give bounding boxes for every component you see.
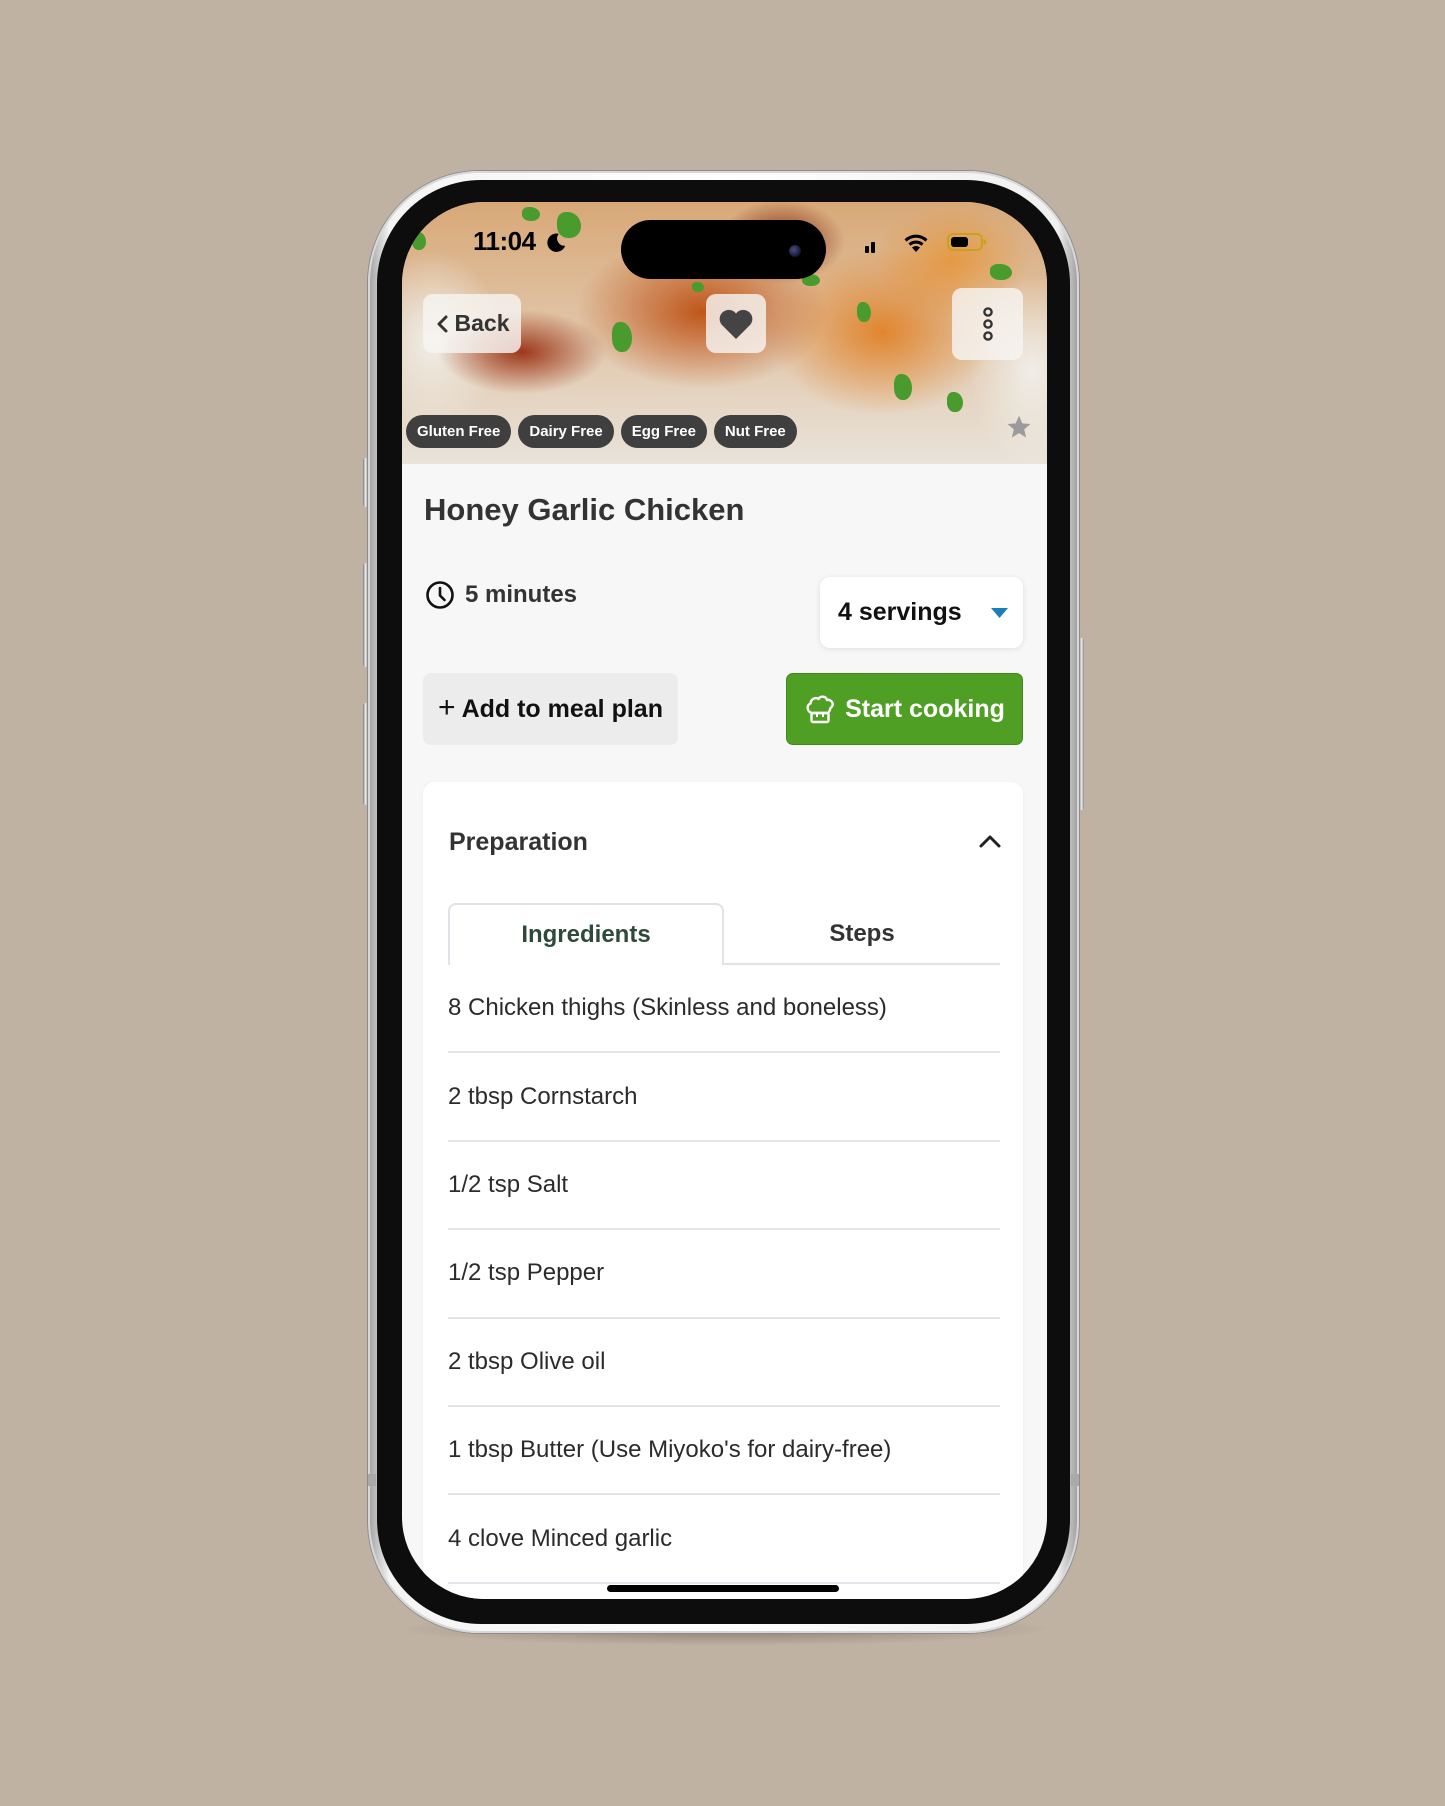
- chevron-up-icon[interactable]: [979, 834, 1001, 848]
- power-button: [1079, 638, 1084, 810]
- ingredient-row[interactable]: 4 clove Minced garlic: [448, 1495, 1000, 1584]
- star-icon[interactable]: [1006, 414, 1032, 440]
- favorite-button[interactable]: [706, 294, 766, 353]
- ingredient-row[interactable]: 1/2 tsp Pepper: [448, 1230, 1000, 1319]
- back-button[interactable]: Back: [423, 294, 521, 353]
- more-vertical-icon: [982, 307, 993, 341]
- tag-egg-free: Egg Free: [620, 415, 707, 448]
- herb-garnish: [947, 392, 963, 412]
- preparation-tabs: Ingredients Steps: [448, 903, 1000, 965]
- tag-nut-free: Nut Free: [713, 415, 797, 448]
- ingredients-list: 8 Chicken thighs (Skinless and boneless)…: [448, 965, 1000, 1584]
- caret-down-icon: [991, 608, 1008, 618]
- antenna-band: [368, 1474, 376, 1486]
- heart-icon: [719, 309, 753, 339]
- tab-ingredients-label: Ingredients: [521, 921, 651, 948]
- ingredient-text: 1/2 tsp Salt: [448, 1170, 569, 1198]
- tag-gluten-free: Gluten Free: [406, 415, 512, 448]
- recipe-title: Honey Garlic Chicken: [424, 492, 745, 527]
- chef-hat-icon: [806, 695, 835, 724]
- ingredient-text: 2 tbsp Cornstarch: [448, 1082, 638, 1110]
- front-camera: [789, 245, 801, 257]
- ingredient-text: 4 clove Minced garlic: [448, 1524, 673, 1552]
- more-options-button[interactable]: [952, 288, 1023, 360]
- herb-garnish: [692, 282, 704, 292]
- preparation-card: Preparation Ingredients Steps 8 Chicken …: [423, 782, 1023, 1599]
- battery-icon: [947, 233, 986, 251]
- antenna-band: [1071, 1474, 1079, 1486]
- plus-icon: +: [438, 690, 456, 724]
- ingredient-row[interactable]: 2 tbsp Olive oil: [448, 1319, 1000, 1407]
- ingredient-row[interactable]: 2 tbsp Cornstarch: [448, 1053, 1000, 1142]
- ingredient-text: 8 Chicken thighs (Skinless and boneless): [448, 994, 887, 1022]
- herb-garnish: [522, 207, 540, 221]
- ingredient-row[interactable]: 1 tbsp Butter (Use Miyoko's for dairy-fr…: [448, 1407, 1000, 1496]
- servings-select[interactable]: 4 servings: [820, 577, 1023, 648]
- add-to-meal-plan-label: Add to meal plan: [461, 694, 663, 723]
- chevron-left-icon: [437, 315, 447, 332]
- cook-time-label: 5 minutes: [465, 581, 578, 608]
- app-screen: 11:04 Back Gluten Free Dairy Free Egg Fr…: [402, 202, 1047, 1599]
- home-indicator[interactable]: [607, 1585, 839, 1592]
- herb-garnish: [894, 374, 912, 400]
- tab-steps-label: Steps: [829, 920, 895, 947]
- cook-time: 5 minutes: [425, 580, 577, 610]
- herb-garnish: [990, 264, 1012, 280]
- start-cooking-button[interactable]: Start cooking: [786, 673, 1023, 745]
- ingredient-text: 1/2 tsp Pepper: [448, 1259, 605, 1287]
- tag-dairy-free: Dairy Free: [518, 415, 614, 448]
- ingredient-row[interactable]: 8 Chicken thighs (Skinless and boneless): [448, 965, 1000, 1054]
- status-time: 11:04: [473, 226, 536, 256]
- tab-steps[interactable]: Steps: [724, 903, 1000, 965]
- preparation-title: Preparation: [449, 828, 588, 856]
- moon-icon: [547, 233, 566, 252]
- diet-tags: Gluten Free Dairy Free Egg Free Nut Free: [406, 415, 797, 448]
- herb-garnish: [612, 322, 632, 352]
- ingredient-row[interactable]: 1/2 tsp Salt: [448, 1142, 1000, 1231]
- dynamic-island: [621, 220, 826, 279]
- servings-value: 4 servings: [838, 598, 962, 626]
- back-label: Back: [454, 310, 510, 336]
- cellular-signal-icon: [865, 242, 875, 253]
- herb-garnish: [412, 232, 426, 250]
- add-to-meal-plan-button[interactable]: + Add to meal plan: [423, 673, 678, 745]
- herb-garnish: [857, 302, 871, 322]
- wifi-icon: [904, 234, 928, 252]
- clock-icon: [426, 581, 454, 609]
- ingredient-text: 1 tbsp Butter (Use Miyoko's for dairy-fr…: [448, 1436, 892, 1464]
- start-cooking-label: Start cooking: [845, 694, 1005, 723]
- tab-ingredients[interactable]: Ingredients: [448, 903, 724, 965]
- ingredient-text: 2 tbsp Olive oil: [448, 1347, 606, 1375]
